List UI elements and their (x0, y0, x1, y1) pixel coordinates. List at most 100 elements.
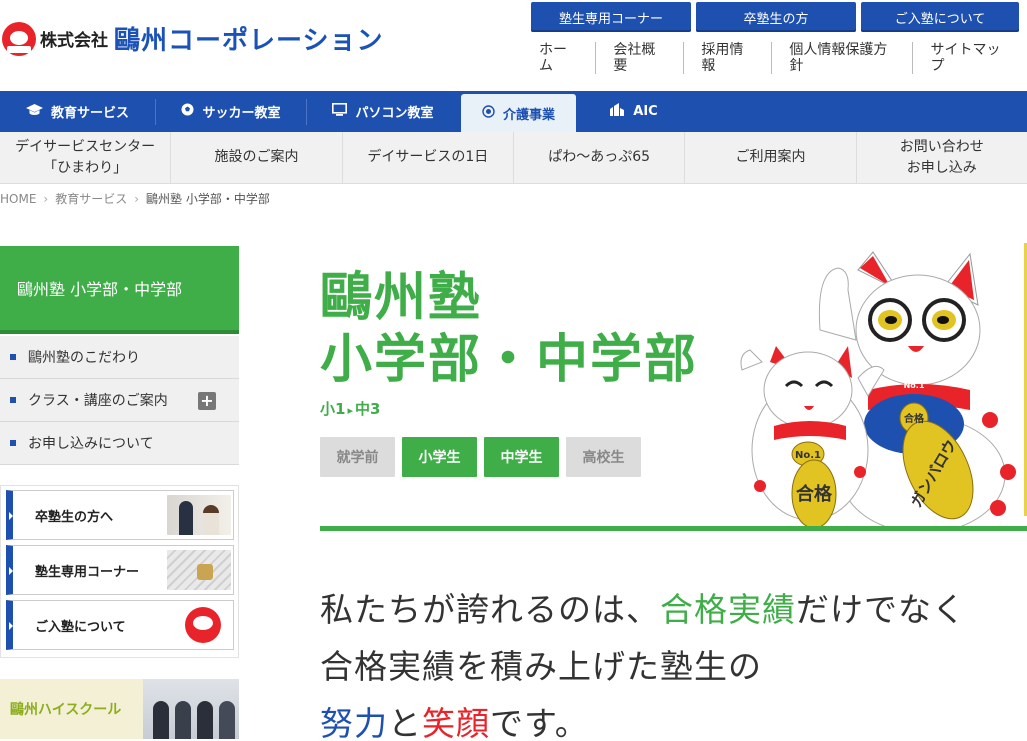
cat-badge-gokaku-big: 合格 (796, 483, 833, 505)
student-corner-button[interactable]: 塾生専用コーナー (531, 2, 691, 32)
sidebar-menu: 鷗州塾のこだわり クラス・講座のご案内 + お申し込みについて (0, 336, 239, 465)
sidebar-banners: 卒塾生の方へ 塾生専用コーナー ご入塾について (0, 485, 239, 658)
util-link-home[interactable]: ホーム (522, 42, 595, 74)
target-icon (482, 104, 495, 122)
message-line1: 私たちが誇れるのは、合格実績だけでなく (320, 583, 966, 631)
arrow-right-icon (9, 512, 13, 520)
cat-badge-no1: No.1 (795, 450, 821, 461)
students-photo (143, 679, 239, 739)
bullet-icon (10, 354, 16, 360)
subnav-item-powerup[interactable]: ぱわ～あっぷ65 (514, 132, 686, 183)
keyboard-lock-photo (167, 550, 231, 590)
site-logo[interactable]: 株式会社 鷗州コーポレーション (2, 20, 383, 57)
utility-nav: ホーム 会社概要 採用情報 個人情報保護方針 サイトマップ (522, 42, 1027, 74)
sidebar-item-commitment[interactable]: 鷗州塾のこだわり (0, 336, 239, 379)
bullet-icon (10, 440, 16, 446)
banner-high-school[interactable]: 鷗州ハイスクール (0, 679, 239, 739)
nav-tab-label: 介護事業 (502, 107, 555, 123)
message-highlight-red: 笑顔 (422, 704, 490, 741)
nav-tab-aic[interactable]: AIC (578, 91, 688, 132)
message-line3: 努力と笑顔です。 (320, 697, 589, 741)
bullet-icon (10, 397, 16, 403)
subnav-label: お問い合わせ (899, 138, 984, 155)
message-text: 私たちが誇れるのは、 (320, 590, 660, 629)
subnav-label: 「ひまわり」 (43, 159, 128, 176)
hero-title-line1: 鷗州塾 (320, 268, 483, 328)
top-buttons: 塾生専用コーナー 卒塾生の方 ご入塾について (531, 2, 1019, 32)
message-line2: 合格実績を積み上げた塾生の (320, 647, 762, 686)
util-link-company[interactable]: 会社概要 (595, 42, 683, 74)
banner-enrollment[interactable]: ご入塾について (6, 600, 234, 650)
nav-tab-label: サッカー教室 (202, 106, 281, 121)
util-link-recruit[interactable]: 採用情報 (683, 42, 771, 74)
pill-high-school[interactable]: 高校生 (566, 437, 641, 477)
soccer-ball-icon (181, 103, 194, 120)
graduation-cap-icon (25, 103, 43, 120)
sidebar-title[interactable]: 鷗州塾 小学部・中学部 (0, 246, 239, 334)
grade-from: 小1 (320, 400, 346, 418)
message-text: です。 (490, 704, 589, 741)
sidebar-item-label: お申し込みについて (28, 436, 154, 452)
logo-prefix: 株式会社 (40, 31, 108, 51)
breadcrumb-home[interactable]: HOME (0, 192, 36, 206)
building-icon (608, 103, 625, 120)
grade-to: 中3 (354, 400, 381, 418)
alumni-photo (167, 495, 231, 535)
pill-elementary[interactable]: 小学生 (402, 437, 477, 477)
banner-label: 卒塾生の方へ (35, 509, 114, 525)
message-text: だけでなく (796, 590, 966, 629)
breadcrumb: HOME › 教育サービス › 鷗州塾 小学部・中学部 (0, 190, 270, 207)
nav-tab-education[interactable]: 教育サービス (0, 91, 155, 132)
banner-alumni[interactable]: 卒塾生の方へ (6, 490, 234, 540)
pill-preschool[interactable]: 就学前 (320, 437, 395, 477)
sub-nav: デイサービスセンター 「ひまわり」 施設のご案内 デイサービスの1日 ぱわ～あっぷ… (0, 132, 1027, 184)
hero-title-line2: 小学部・中学部 (320, 330, 699, 390)
alumni-button[interactable]: 卒塾生の方 (696, 2, 856, 32)
triangle-right-icon: ▸ (347, 404, 353, 417)
enrollment-button[interactable]: ご入塾について (861, 2, 1019, 32)
monitor-icon (332, 103, 348, 120)
chevron-right-icon: › (134, 191, 140, 206)
pill-junior-high[interactable]: 中学生 (484, 437, 559, 477)
nav-tab-label: パソコン教室 (355, 106, 434, 121)
grade-pills: 就学前 小学生 中学生 高校生 (320, 437, 648, 477)
breadcrumb-current: 鷗州塾 小学部・中学部 (146, 192, 270, 206)
mascot-icon (185, 607, 221, 643)
banner-student-corner[interactable]: 塾生専用コーナー (6, 545, 234, 595)
nav-tab-label: 教育サービス (50, 106, 129, 121)
subnav-item-day[interactable]: デイサービスの1日 (343, 132, 514, 183)
cat-badge-gokaku-small: 合格 (903, 412, 925, 425)
sidebar-item-classes[interactable]: クラス・講座のご案内 + (0, 379, 239, 422)
banner-label: 鷗州ハイスクール (10, 702, 122, 718)
mascot-logo-icon (2, 21, 36, 56)
util-link-sitemap[interactable]: サイトマップ (912, 42, 1027, 74)
maneki-neko-illustration: 合格 ガンバロウ No.1 合格 No.1 (740, 251, 1016, 526)
message-text: と (388, 704, 422, 741)
sidebar-item-application[interactable]: お申し込みについて (0, 422, 239, 465)
subnav-item-facility[interactable]: 施設のご案内 (171, 132, 343, 183)
message-highlight-blue: 努力 (320, 704, 388, 741)
banner-label: 塾生専用コーナー (35, 564, 140, 580)
hero-divider (320, 526, 1027, 531)
arrow-right-icon (9, 567, 13, 575)
grade-range: 小1 ▸ 中3 (320, 398, 380, 419)
nav-tab-pc[interactable]: パソコン教室 (307, 91, 459, 132)
arrow-right-icon (9, 622, 13, 630)
nav-tab-label: AIC (633, 104, 658, 119)
util-link-privacy[interactable]: 個人情報保護方針 (771, 42, 912, 74)
subnav-label: デイサービスセンター (15, 138, 156, 155)
nav-tab-soccer[interactable]: サッカー教室 (156, 91, 306, 132)
nav-tab-care[interactable]: 介護事業 (461, 94, 576, 132)
subnav-label: お申し込み (906, 159, 977, 176)
chevron-right-icon: › (43, 191, 49, 206)
subnav-item-usage[interactable]: ご利用案内 (685, 132, 857, 183)
subnav-item-dayservice[interactable]: デイサービスセンター 「ひまわり」 (0, 132, 172, 183)
page: 株式会社 鷗州コーポレーション 塾生専用コーナー 卒塾生の方 ご入塾について ホ… (0, 0, 1027, 741)
subnav-label: デイサービスの1日 (367, 149, 489, 165)
subnav-item-contact[interactable]: お問い合わせ お申し込み (857, 132, 1027, 183)
subnav-label: ご利用案内 (735, 149, 806, 165)
message-highlight-green: 合格実績 (660, 590, 796, 629)
sidebar-item-label: クラス・講座のご案内 (28, 393, 168, 409)
breadcrumb-education[interactable]: 教育サービス (55, 190, 127, 207)
expand-plus-icon[interactable]: + (198, 392, 216, 410)
